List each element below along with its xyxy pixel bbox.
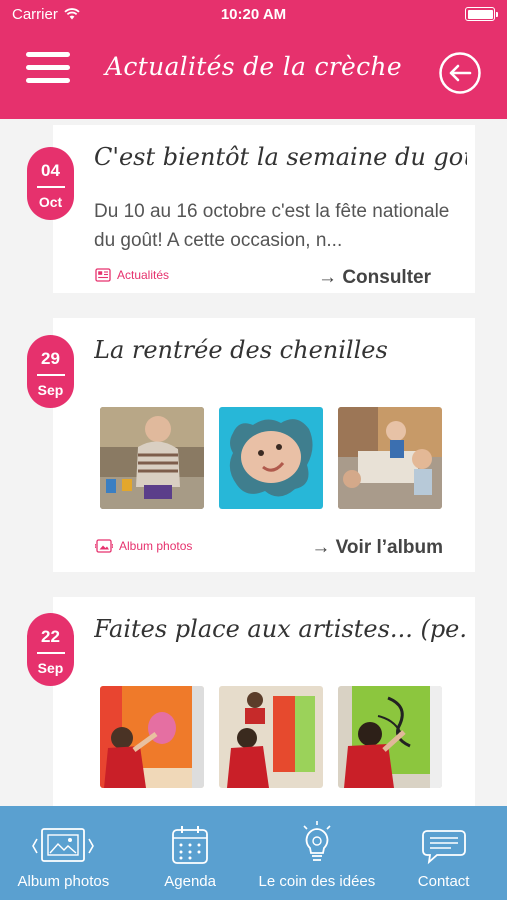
battery-icon (465, 7, 498, 21)
album-photo[interactable] (219, 686, 323, 788)
carrier-label: Carrier (12, 5, 58, 23)
post-excerpt: Du 10 au 16 octobre c'est la fête nation… (94, 201, 450, 251)
wifi-icon (64, 8, 80, 20)
date-divider (36, 374, 65, 376)
album-photo[interactable] (100, 686, 204, 788)
hamburger-line (26, 78, 70, 83)
tab-ideas[interactable]: Le coin des idées (254, 806, 381, 900)
tab-album-photos[interactable]: Album photos (0, 806, 127, 900)
news-card[interactable]: C'est bientôt la semaine du goût Du 10 a… (53, 125, 475, 293)
category-label: Album photos (119, 539, 193, 553)
album-photo[interactable] (219, 407, 323, 509)
tab-label: Agenda (164, 873, 216, 890)
chat-bubble-icon (421, 830, 466, 865)
date-badge: 22 Sep (27, 613, 74, 686)
date-divider (36, 186, 65, 188)
category-label: Actualités (117, 268, 170, 282)
date-month: Oct (38, 193, 63, 210)
date-day: 29 (41, 349, 60, 368)
status-bar: Carrier 10:20 AM (0, 0, 507, 28)
date-divider (36, 652, 65, 654)
bottom-tab-bar: Album photos Agenda Le coin des idées Co… (0, 806, 507, 900)
photo-album-icon (32, 828, 95, 862)
lightbulb-icon (303, 821, 331, 861)
hamburger-line (26, 65, 70, 70)
photo-album-icon (95, 539, 113, 553)
date-day: 04 (41, 161, 60, 180)
album-photo[interactable] (100, 407, 204, 509)
page-title: Actualités de la crèche (105, 52, 402, 81)
tab-agenda[interactable]: Agenda (127, 806, 254, 900)
menu-button[interactable] (26, 52, 70, 88)
view-album-button[interactable]: → Voir l’album (311, 537, 443, 559)
news-icon (95, 268, 111, 282)
back-button[interactable] (439, 52, 481, 94)
post-category: Album photos (95, 539, 192, 553)
photo-strip (100, 686, 442, 788)
date-day: 22 (41, 627, 60, 646)
album-photo[interactable] (338, 407, 442, 509)
hamburger-line (26, 52, 70, 57)
post-title: C'est bientôt la semaine du goût (94, 143, 467, 171)
news-feed[interactable]: C'est bientôt la semaine du goût Du 10 a… (0, 119, 507, 806)
post-title: La rentrée des chenilles (94, 336, 388, 364)
post-category: Actualités (95, 268, 169, 282)
album-photo[interactable] (338, 686, 442, 788)
date-badge: 04 Oct (27, 147, 74, 220)
calendar-icon (172, 826, 209, 864)
header-bar: Actualités de la crèche (0, 28, 507, 119)
date-badge: 29 Sep (27, 335, 74, 408)
carrier-info: Carrier (12, 6, 80, 23)
photo-strip (100, 407, 442, 509)
tab-label: Album photos (17, 873, 110, 890)
consult-button[interactable]: → Consulter (318, 267, 431, 289)
tab-contact[interactable]: Contact (380, 806, 507, 900)
date-month: Sep (37, 381, 64, 398)
tab-label: Contact (417, 873, 470, 890)
news-card[interactable]: Faites place aux artistes... (pe... (53, 597, 475, 806)
news-card[interactable]: La rentrée des chenilles Album photos → … (53, 318, 475, 572)
tab-label: Le coin des idées (258, 873, 376, 890)
date-month: Sep (37, 659, 64, 676)
post-title: Faites place aux artistes... (pe... (94, 615, 467, 643)
